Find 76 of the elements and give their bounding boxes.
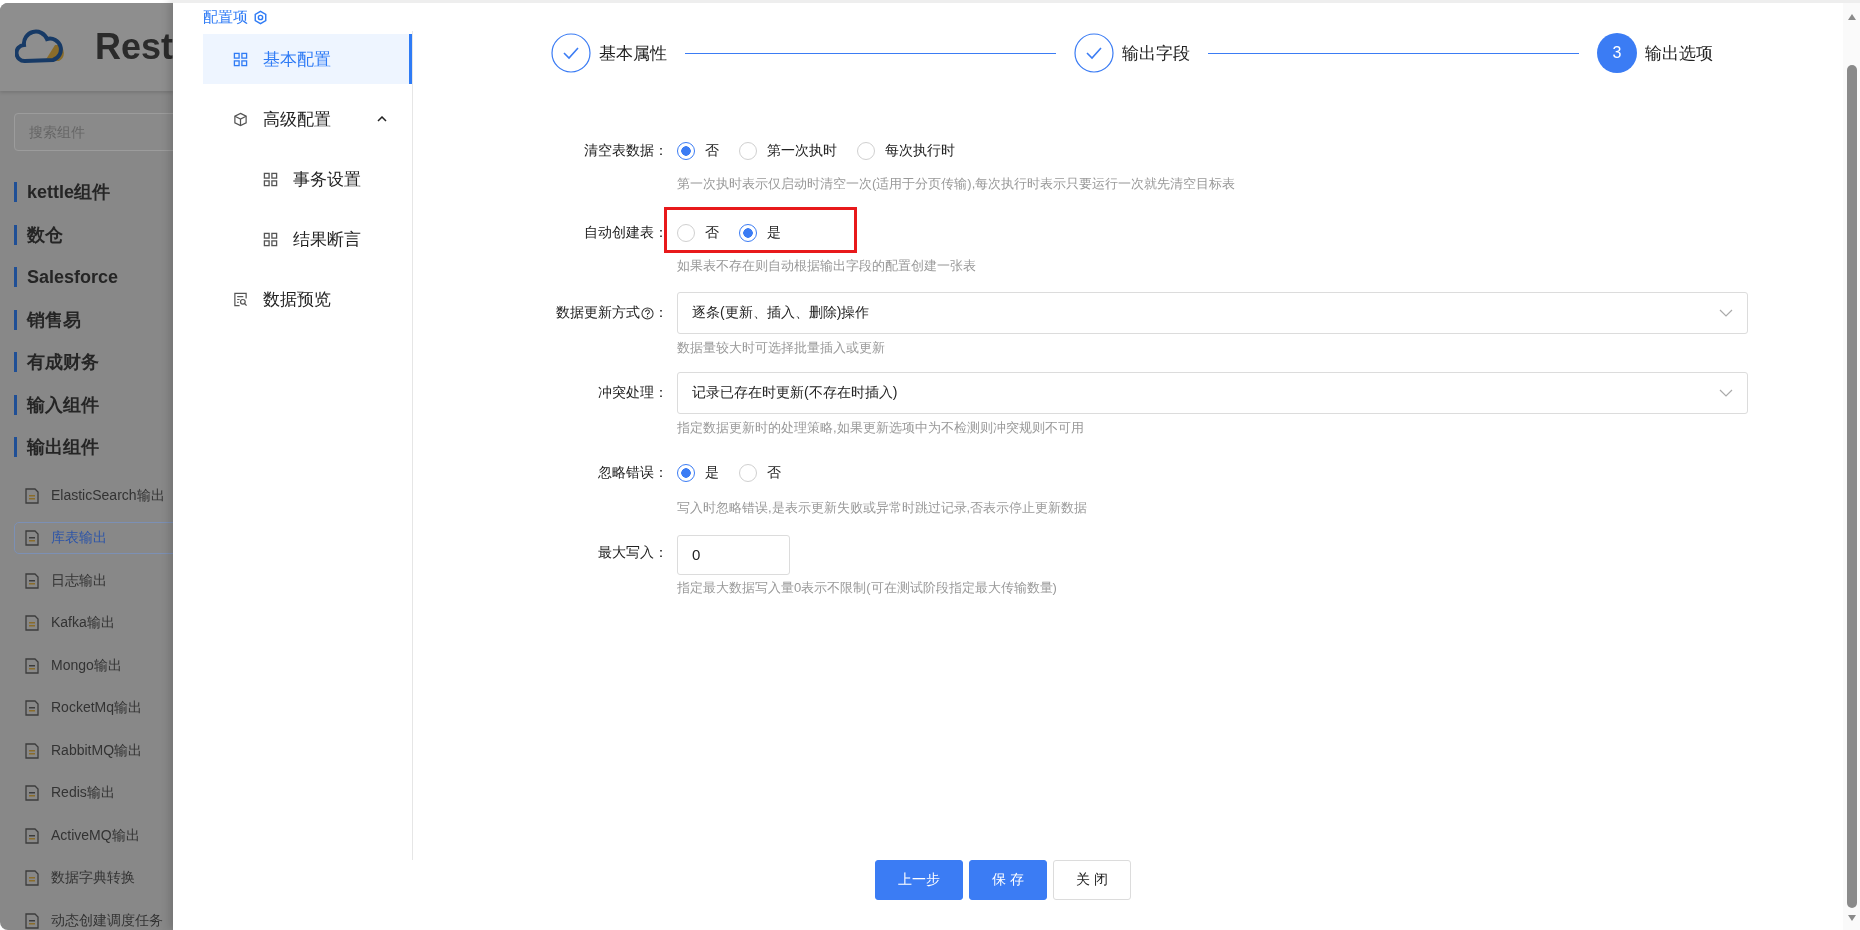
field-label: 忽略错误: [598, 464, 654, 482]
action-button[interactable]: 上一步: [875, 860, 964, 900]
document-icon: [23, 571, 41, 590]
component-item[interactable]: 数据字典转换: [14, 862, 173, 894]
label-colon: ：: [654, 224, 668, 242]
document-icon: [23, 656, 41, 675]
document-icon: [23, 529, 41, 547]
field-label: 清空表数据: [584, 142, 654, 160]
component-item[interactable]: ElasticSearch输出: [14, 479, 173, 512]
document-icon: [23, 869, 41, 887]
document-icon: [23, 911, 41, 930]
grid-icon: [263, 171, 278, 187]
step-label: 输出选项: [1645, 42, 1713, 65]
radio-label: 否: [705, 224, 719, 242]
field-label: 最大写入: [598, 544, 654, 562]
nav-item[interactable]: 结果断言: [203, 214, 412, 264]
document-icon: [23, 784, 41, 802]
label-colon: ：: [654, 304, 668, 322]
radio-label: 第一次执时: [767, 142, 837, 160]
chevron-down-icon: [1719, 389, 1733, 397]
scroll-up-icon[interactable]: [1846, 13, 1857, 21]
nav-item[interactable]: 数据预览: [203, 274, 412, 324]
component-item[interactable]: Redis输出: [14, 777, 173, 809]
document-icon: [23, 614, 41, 632]
document-icon: [23, 486, 41, 505]
grid-icon: [263, 231, 278, 247]
field-label: 冲突处理: [598, 384, 654, 402]
nav-item[interactable]: 事务设置: [203, 154, 412, 204]
radio-button[interactable]: [677, 142, 695, 160]
chevron-down-icon: [1719, 309, 1733, 317]
grid-icon: [233, 51, 248, 67]
radio-label: 否: [705, 142, 719, 160]
component-item[interactable]: 日志输出: [14, 564, 173, 597]
component-item[interactable]: RabbitMQ输出: [14, 734, 173, 767]
dropdown-field[interactable]: 逐条(更新、插入、删除)操作: [677, 292, 1748, 334]
action-button[interactable]: 关 闭: [1053, 860, 1131, 900]
hint-text: 指定最大数据写入量0表示不限制(可在测试阶段指定最大传输数量): [677, 579, 1058, 597]
component-item[interactable]: Mongo输出: [14, 649, 173, 682]
panel-title: 配置项: [203, 7, 248, 27]
hint-text: 写入时忽略错误,是表示更新失败或异常时跳过记录,否表示停止更新数据: [677, 499, 1089, 517]
step-label: 基本属性: [599, 42, 667, 65]
action-button[interactable]: 保 存: [969, 860, 1047, 900]
component-item[interactable]: Kafka输出: [14, 607, 173, 639]
preview-icon: [233, 291, 248, 307]
hint-text: 数据量较大时可选择批量插入或更新: [677, 339, 886, 357]
step-number: 3: [1597, 33, 1637, 73]
document-icon: [23, 699, 41, 717]
label-colon: ：: [654, 142, 668, 160]
radio-button[interactable]: [677, 464, 695, 482]
component-item[interactable]: 动态创建调度任务: [14, 904, 173, 930]
radio-label: 是: [705, 464, 719, 482]
label-colon: ：: [654, 384, 668, 402]
nav-item[interactable]: 高级配置: [203, 94, 412, 144]
step-label: 输出字段: [1122, 42, 1190, 65]
document-icon: [23, 826, 41, 845]
logo-text: Rest: [94, 26, 173, 68]
component-item[interactable]: ActiveMQ输出: [14, 819, 173, 852]
scroll-thumb[interactable]: [1846, 65, 1857, 908]
label-colon: ：: [654, 544, 668, 562]
hint-text: 指定数据更新时的处理策略,如果更新选项中为不检测则冲突规则不可用: [677, 419, 1085, 437]
nav-item[interactable]: 基本配置: [203, 34, 412, 84]
scrollbar[interactable]: [1843, 3, 1860, 930]
settings-icon: [253, 9, 268, 25]
label-colon: ：: [654, 464, 668, 482]
number-field[interactable]: 0: [677, 534, 790, 575]
document-icon: [23, 741, 41, 760]
field-label: 自动创建表: [584, 224, 654, 242]
radio-label: 每次执行时: [885, 142, 955, 160]
radio-label: 否: [767, 464, 781, 482]
dropdown-field[interactable]: 记录已存在时更新(不存在时插入): [677, 372, 1748, 414]
cube-icon: [233, 111, 248, 127]
radio-label: 是: [767, 224, 781, 242]
radio-button[interactable]: [739, 224, 757, 242]
component-item[interactable]: RocketMq输出: [14, 692, 173, 724]
scroll-down-icon[interactable]: [1846, 914, 1857, 922]
field-label: 数据更新方式: [556, 304, 640, 322]
